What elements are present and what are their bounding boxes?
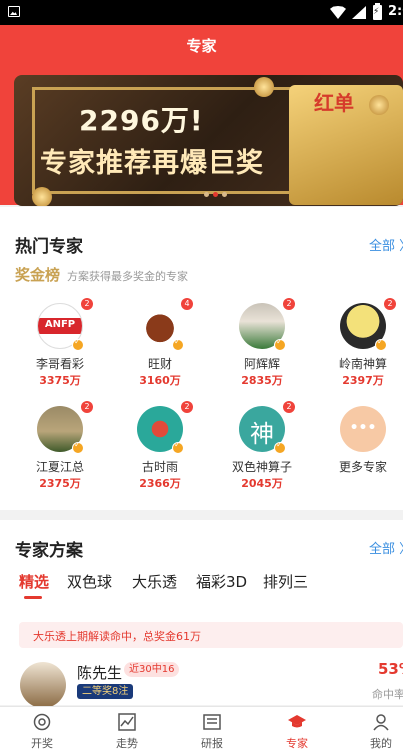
count-badge: 2 [181, 401, 193, 413]
bottom-nav: 开奖 走势 研报 专家 我的 [0, 706, 403, 753]
verified-icon [274, 440, 286, 454]
status-bar: 2:0 [0, 0, 403, 25]
nav-trend[interactable]: 走势 [87, 707, 167, 753]
nav-label: 走势 [116, 737, 138, 750]
avatar-logo-text: ANFP [44, 319, 76, 330]
carousel-dot [204, 192, 209, 197]
trend-chart-icon [118, 713, 136, 731]
expert-amount: 2375万 [39, 477, 81, 490]
plan-expert-avatar[interactable] [20, 662, 66, 708]
lottery-coin-icon [33, 713, 51, 731]
count-badge: 2 [81, 401, 93, 413]
ranking-title: 奖金榜 [15, 266, 61, 284]
person-icon [373, 714, 389, 731]
hot-experts-all-link[interactable]: 全部 〉 [369, 235, 403, 254]
more-icon: ••• [340, 406, 386, 452]
carousel-dot [222, 192, 227, 197]
count-badge: 4 [181, 298, 193, 310]
plan-expert-name[interactable]: 陈先生 [77, 662, 122, 683]
tab-ssq[interactable]: 双色球 [67, 571, 112, 592]
banner-gift-label: 红单 [314, 91, 354, 115]
notice-text: 大乐透上期解读命中，总奖金61万 [33, 630, 201, 643]
nav-label: 研报 [201, 737, 223, 750]
battery-icon [373, 3, 382, 20]
banner-headline: 2296万! [79, 104, 204, 137]
expert-name: 旺财 [147, 357, 172, 371]
plan-record-badge: 近30中16 [124, 662, 180, 677]
banner-subline: 专家推荐再爆巨奖 [40, 148, 264, 179]
report-icon [203, 714, 221, 730]
expert-amount: 2045万 [241, 477, 283, 490]
count-badge: 2 [283, 298, 295, 310]
plan-hit-rate: 53% [378, 660, 403, 678]
coin-icon [254, 77, 274, 97]
count-badge: 2 [384, 298, 396, 310]
nav-label: 专家 [286, 737, 308, 750]
page-title: 专家 [186, 37, 217, 55]
tab-dlt[interactable]: 大乐透 [132, 571, 177, 592]
expert-name: 江夏江总 [35, 460, 84, 474]
image-notification-icon [8, 6, 20, 17]
count-badge: 2 [283, 401, 295, 413]
expert-amount: 2835万 [241, 374, 283, 387]
graduation-cap-icon [288, 715, 306, 728]
expert-amount: 3160万 [139, 374, 181, 387]
plan-prize-tag: 二等奖8注 [77, 684, 134, 699]
plans-title: 专家方案 [15, 541, 83, 561]
verified-icon [72, 440, 84, 454]
verified-icon [172, 440, 184, 454]
hit-notice[interactable]: 大乐透上期解读命中，总奖金61万 [19, 622, 403, 648]
nav-label: 开奖 [31, 737, 53, 750]
more-dots: ••• [349, 420, 377, 436]
verified-icon [172, 337, 184, 351]
expert-name: 古时雨 [141, 460, 178, 474]
expert-amount: 2397万 [342, 374, 384, 387]
ranking-description: 方案获得最多奖金的专家 [67, 270, 188, 283]
nav-profile[interactable]: 我的 [341, 707, 403, 753]
expert-amount: 3375万 [39, 374, 81, 387]
wifi-icon [330, 6, 346, 19]
coin-icon [32, 187, 52, 206]
hot-experts-title: 热门专家 [15, 237, 83, 257]
more-experts-label: 更多专家 [338, 460, 387, 474]
verified-icon [274, 337, 286, 351]
tab-pl3[interactable]: 排列三 [263, 571, 308, 592]
nav-report[interactable]: 研报 [172, 707, 252, 753]
nav-label: 我的 [370, 737, 392, 750]
nav-experts[interactable]: 专家 [257, 707, 337, 753]
plans-all-link[interactable]: 全部 〉 [369, 538, 403, 557]
expert-name: 李哥看彩 [35, 357, 84, 371]
status-time: 2:0 [388, 4, 403, 19]
count-badge: 2 [81, 298, 93, 310]
carousel-dot [213, 192, 218, 197]
promo-banner[interactable]: 2296万! 专家推荐再爆巨奖 红单 [14, 75, 403, 206]
coin-icon [369, 95, 389, 115]
nav-lottery[interactable]: 开奖 [2, 707, 82, 753]
verified-icon [72, 337, 84, 351]
expert-amount: 2366万 [139, 477, 181, 490]
expert-name: 岭南神算 [338, 357, 387, 371]
expert-name: 阿辉辉 [243, 357, 280, 371]
verified-icon [375, 337, 387, 351]
plan-hit-rate-label: 命中率 [372, 688, 403, 701]
expert-name: 双色神算子 [231, 460, 292, 474]
tab-fc3d[interactable]: 福彩3D [196, 571, 247, 592]
tab-featured[interactable]: 精选 [19, 571, 49, 592]
active-tab-indicator [24, 596, 42, 599]
signal-icon [352, 6, 366, 19]
